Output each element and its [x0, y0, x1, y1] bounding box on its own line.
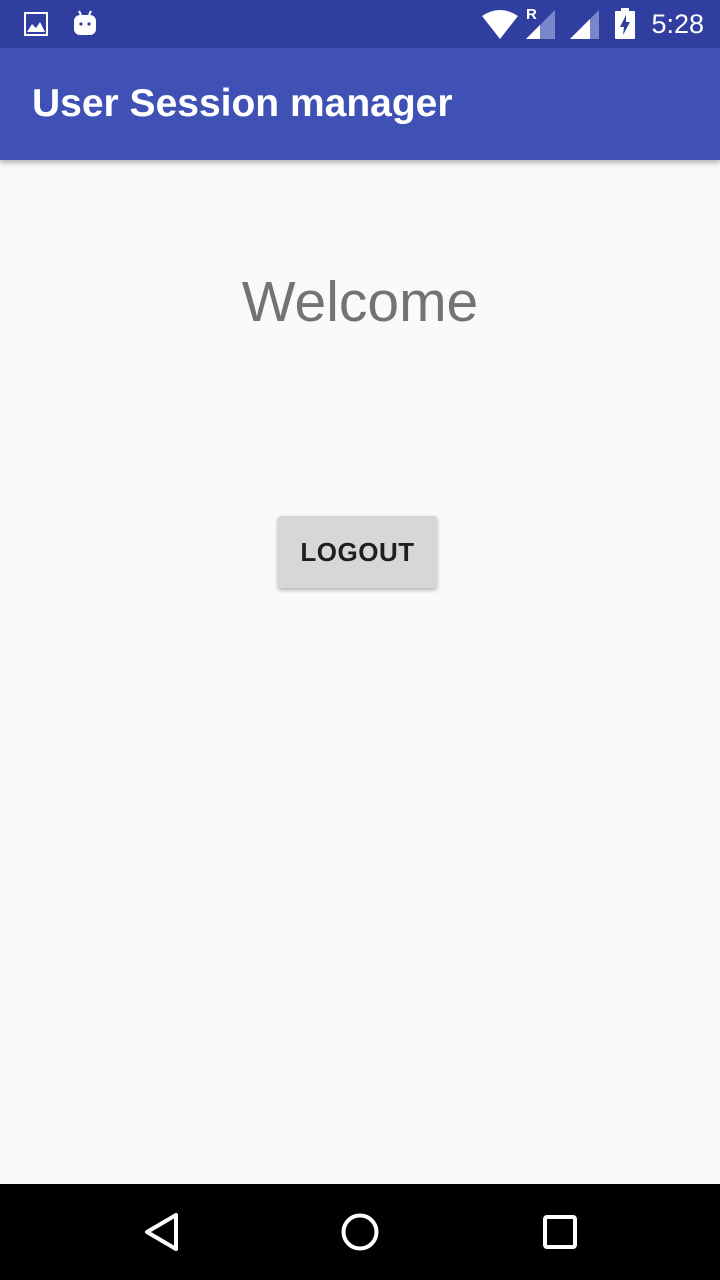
- status-bar: R 5:28: [0, 0, 720, 48]
- main-content: Welcome LOGOUT: [0, 160, 720, 1184]
- signal-icon: [570, 10, 599, 39]
- recents-icon[interactable]: [512, 1184, 608, 1280]
- welcome-text: Welcome: [241, 270, 479, 334]
- wifi-icon: [482, 10, 518, 39]
- app-bar: User Session manager: [0, 48, 720, 160]
- logout-button[interactable]: LOGOUT: [278, 516, 437, 588]
- app-title: User Session manager: [32, 82, 453, 125]
- battery-charging-icon: [615, 8, 635, 39]
- signal-roaming-icon: [526, 10, 555, 39]
- home-icon[interactable]: [312, 1184, 408, 1280]
- image-icon: [24, 12, 48, 36]
- android-icon: [74, 10, 96, 35]
- status-time: 5:28: [651, 9, 704, 39]
- back-icon[interactable]: [112, 1184, 208, 1280]
- navigation-bar: [0, 1184, 720, 1280]
